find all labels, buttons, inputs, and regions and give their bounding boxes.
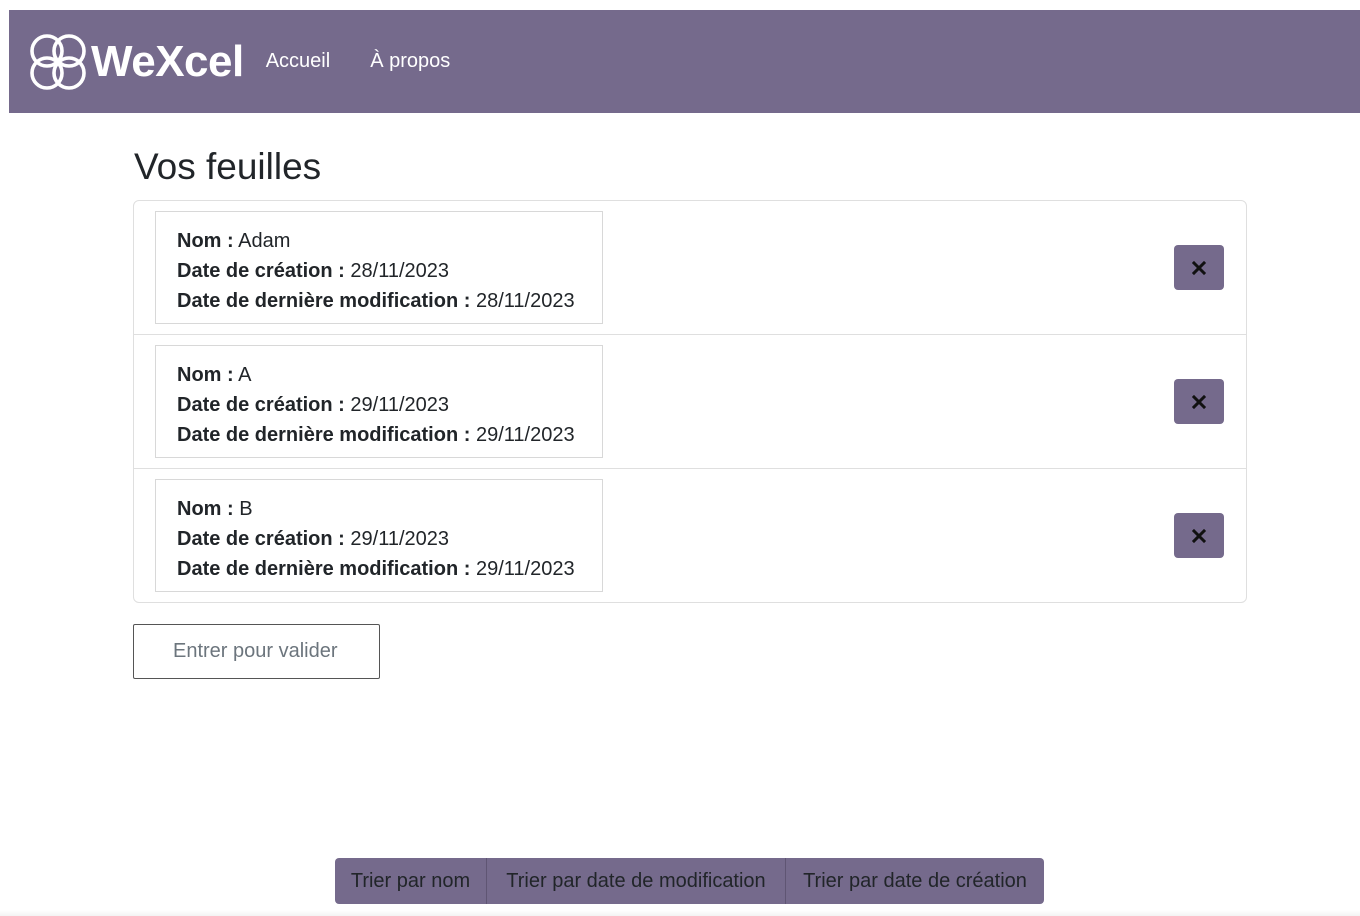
- close-icon: [1192, 394, 1206, 409]
- validate-input[interactable]: [133, 624, 380, 679]
- sheet-modified-line: Date de dernière modification : 29/11/20…: [177, 554, 582, 584]
- close-icon: [1192, 260, 1206, 275]
- sheet-row: Nom : Adam Date de création : 28/11/2023…: [134, 201, 1246, 335]
- page: WeXcel Accueil À propos Vos feuilles Nom…: [0, 0, 1360, 916]
- brand-link[interactable]: WeXcel: [27, 31, 244, 93]
- sheet-modified-date: 29/11/2023: [475, 558, 575, 580]
- sheet-created-line: Date de création : 29/11/2023: [177, 524, 582, 554]
- sheet-modified-date: 29/11/2023: [475, 424, 575, 446]
- name-label: Nom :: [177, 498, 234, 520]
- delete-sheet-button[interactable]: [1174, 245, 1224, 290]
- sheet-created-date: 29/11/2023: [350, 528, 450, 550]
- modified-label: Date de dernière modification :: [177, 558, 471, 580]
- sort-by-name-button[interactable]: Trier par nom: [335, 858, 486, 904]
- navbar: WeXcel Accueil À propos: [9, 10, 1360, 113]
- sheet-card[interactable]: Nom : A Date de création : 29/11/2023 Da…: [155, 345, 603, 458]
- brand-name: WeXcel: [91, 36, 244, 86]
- sheet-card[interactable]: Nom : Adam Date de création : 28/11/2023…: [155, 211, 603, 324]
- sheet-name-line: Nom : Adam: [177, 226, 582, 256]
- sheet-created-line: Date de création : 28/11/2023: [177, 256, 582, 286]
- nav-link-accueil[interactable]: Accueil: [266, 42, 330, 81]
- sheet-name: A: [238, 364, 252, 386]
- delete-sheet-button[interactable]: [1174, 379, 1224, 424]
- sort-button-group: Trier par nom Trier par date de modifica…: [335, 858, 1044, 904]
- delete-sheet-button[interactable]: [1174, 513, 1224, 558]
- sheet-created-date: 29/11/2023: [350, 394, 450, 416]
- sheet-row: Nom : A Date de création : 29/11/2023 Da…: [134, 335, 1246, 469]
- bottom-shade: [0, 910, 1360, 916]
- sheet-name: B: [239, 498, 253, 520]
- name-label: Nom :: [177, 230, 234, 252]
- modified-label: Date de dernière modification :: [177, 424, 471, 446]
- sheet-card[interactable]: Nom : B Date de création : 29/11/2023 Da…: [155, 479, 603, 592]
- sheet-row: Nom : B Date de création : 29/11/2023 Da…: [134, 469, 1246, 602]
- name-label: Nom :: [177, 364, 234, 386]
- close-icon: [1192, 528, 1206, 543]
- nav-link-a-propos[interactable]: À propos: [370, 42, 450, 81]
- four-circles-logo-icon: [30, 33, 86, 90]
- sheet-name-line: Nom : A: [177, 360, 582, 390]
- sheet-modified-line: Date de dernière modification : 29/11/20…: [177, 420, 582, 450]
- sheet-modified-date: 28/11/2023: [475, 290, 575, 312]
- sheet-created-date: 28/11/2023: [350, 260, 450, 282]
- sheet-list: Nom : Adam Date de création : 28/11/2023…: [133, 200, 1247, 603]
- sort-by-modified-button[interactable]: Trier par date de modification: [486, 858, 785, 904]
- created-label: Date de création :: [177, 260, 345, 282]
- page-title: Vos feuilles: [134, 146, 322, 187]
- sheet-created-line: Date de création : 29/11/2023: [177, 390, 582, 420]
- created-label: Date de création :: [177, 394, 345, 416]
- sort-by-created-button[interactable]: Trier par date de création: [785, 858, 1044, 904]
- sheet-modified-line: Date de dernière modification : 28/11/20…: [177, 286, 582, 316]
- created-label: Date de création :: [177, 528, 345, 550]
- modified-label: Date de dernière modification :: [177, 290, 471, 312]
- sheet-name-line: Nom : B: [177, 494, 582, 524]
- sheet-name: Adam: [238, 230, 291, 252]
